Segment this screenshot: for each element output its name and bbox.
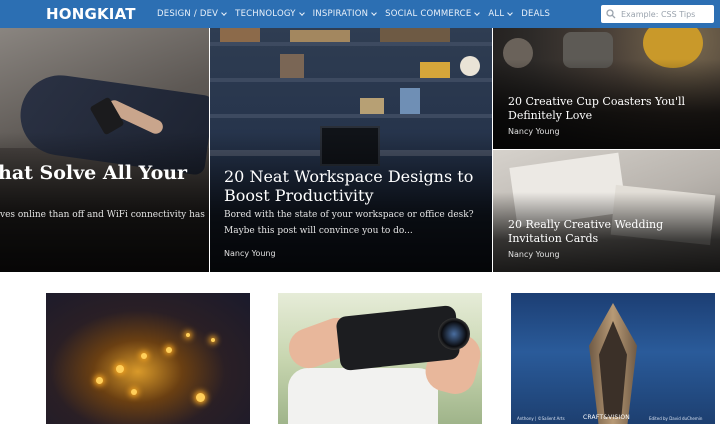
article-thumbnail-phone-camera[interactable] bbox=[278, 293, 482, 424]
title-line: Boost Productivity bbox=[224, 186, 374, 205]
featured-excerpt: Bored with the state of your workspace o… bbox=[224, 207, 474, 239]
image-overlay bbox=[0, 132, 209, 272]
featured-hero: hat Solve All Your ves online than off a… bbox=[0, 28, 720, 272]
photo-credit-brand: CRAFT&VISION bbox=[583, 414, 630, 421]
nav-item-all[interactable]: ALL bbox=[488, 9, 514, 19]
hero-image-shape bbox=[280, 54, 304, 78]
nav-label: SOCIAL COMMERCE bbox=[385, 9, 472, 19]
title-line: 20 Creative Cup Coasters You'll bbox=[508, 95, 686, 108]
hero-image-shape bbox=[420, 62, 450, 78]
top-navigation-bar: HONGKIAT DESIGN / DEV TECHNOLOGY INSPIRA… bbox=[0, 0, 720, 28]
search-box bbox=[601, 5, 714, 23]
hero-image-shape bbox=[141, 353, 147, 359]
hero-image-shape bbox=[360, 98, 384, 114]
hero-image-shape bbox=[116, 365, 124, 373]
chevron-down-icon bbox=[474, 9, 481, 16]
author-name[interactable]: Nancy Young bbox=[508, 127, 560, 136]
photo-credit: Anthony | ©Salient Arts bbox=[517, 416, 565, 421]
photo-credit-editor: Edited by David duChemin bbox=[649, 416, 703, 421]
chevron-down-icon bbox=[371, 9, 377, 16]
chevron-down-icon bbox=[298, 9, 305, 16]
hero-image-shape bbox=[186, 333, 190, 337]
title-line: 20 Really Creative Wedding bbox=[508, 218, 664, 231]
nav-label: ALL bbox=[488, 9, 505, 19]
title-line: Definitely Love bbox=[508, 109, 593, 122]
search-icon bbox=[606, 9, 616, 19]
featured-title[interactable]: hat Solve All Your bbox=[0, 162, 187, 184]
nav-item-design-dev[interactable]: DESIGN / DEV bbox=[157, 9, 228, 19]
title-line: 20 Neat Workspace Designs to bbox=[224, 167, 474, 186]
featured-card-right-top[interactable]: 20 Creative Cup Coasters You'll Definite… bbox=[493, 28, 720, 149]
hero-image-shape bbox=[196, 393, 205, 402]
chevron-down-icon bbox=[507, 9, 514, 16]
hero-image-shape bbox=[131, 389, 137, 395]
hero-image-shape bbox=[210, 42, 492, 46]
featured-card-center[interactable]: 20 Neat Workspace Designs to Boost Produ… bbox=[210, 28, 492, 272]
hero-image-shape bbox=[400, 88, 420, 114]
nav-item-deals[interactable]: DEALS bbox=[521, 9, 550, 19]
nav-label: INSPIRATION bbox=[312, 9, 369, 19]
featured-title[interactable]: 20 Neat Workspace Designs to Boost Produ… bbox=[224, 167, 473, 205]
nav-item-social-commerce[interactable]: SOCIAL COMMERCE bbox=[385, 9, 481, 19]
nav-label: DEALS bbox=[521, 9, 551, 19]
nav-label: DESIGN / DEV bbox=[157, 9, 219, 19]
article-thumbnail-sand-lights[interactable] bbox=[46, 293, 250, 424]
hero-image-shape bbox=[210, 114, 492, 118]
main-nav: DESIGN / DEV TECHNOLOGY INSPIRATION SOCI… bbox=[157, 0, 559, 28]
site-logo[interactable]: HONGKIAT bbox=[46, 5, 136, 23]
chevron-down-icon bbox=[221, 9, 228, 16]
author-name[interactable]: Nancy Young bbox=[224, 249, 276, 258]
article-thumbnail-boat[interactable]: Anthony | ©Salient Arts CRAFT&VISION Edi… bbox=[511, 293, 715, 424]
featured-title[interactable]: 20 Really Creative Wedding Invitation Ca… bbox=[508, 218, 663, 246]
hero-image-shape bbox=[96, 377, 103, 384]
featured-excerpt: ves online than off and WiFi connectivit… bbox=[0, 210, 205, 220]
hero-image-shape bbox=[438, 318, 470, 350]
hero-image-shape bbox=[166, 347, 172, 353]
nav-item-inspiration[interactable]: INSPIRATION bbox=[313, 9, 377, 19]
author-name[interactable]: Nancy Young bbox=[508, 250, 560, 259]
hero-image-shape bbox=[380, 28, 450, 42]
hero-image-shape bbox=[210, 78, 492, 82]
hero-image-shape bbox=[211, 338, 215, 342]
excerpt-line: Bored with the state of your workspace o… bbox=[224, 210, 474, 220]
excerpt-line: Maybe this post will convince you to do.… bbox=[224, 226, 413, 236]
featured-card-right-bottom[interactable]: 20 Really Creative Wedding Invitation Ca… bbox=[493, 150, 720, 272]
hero-image-shape bbox=[220, 28, 260, 42]
hero-image-shape bbox=[460, 56, 480, 76]
hero-image-shape bbox=[290, 30, 350, 42]
title-line: Invitation Cards bbox=[508, 232, 599, 245]
hero-image-shape bbox=[288, 368, 438, 424]
featured-card-left[interactable]: hat Solve All Your ves online than off a… bbox=[0, 28, 209, 272]
nav-item-technology[interactable]: TECHNOLOGY bbox=[235, 9, 305, 19]
search-input[interactable] bbox=[621, 9, 713, 19]
nav-label: TECHNOLOGY bbox=[235, 9, 296, 19]
featured-title[interactable]: 20 Creative Cup Coasters You'll Definite… bbox=[508, 95, 685, 123]
